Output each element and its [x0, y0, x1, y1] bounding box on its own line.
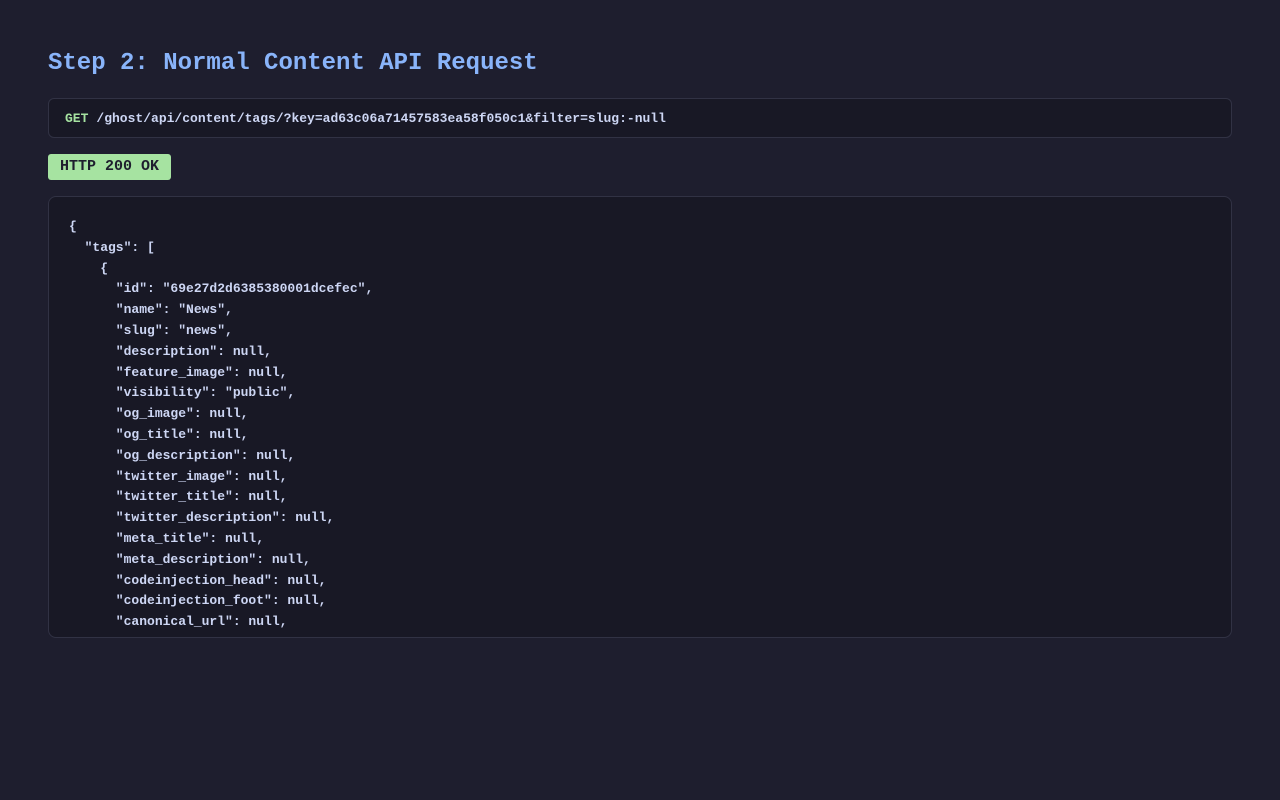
page: Step 2: Normal Content API Request GET /… — [0, 0, 1280, 638]
request-line: GET /ghost/api/content/tags/?key=ad63c06… — [48, 98, 1232, 138]
page-title: Step 2: Normal Content API Request — [48, 50, 538, 77]
response-json: { "tags": [ { "id": "69e27d2d6385380001d… — [69, 219, 374, 630]
http-method: GET — [65, 110, 89, 126]
request-url: /ghost/api/content/tags/?key=ad63c06a714… — [96, 110, 666, 126]
response-body-panel[interactable]: { "tags": [ { "id": "69e27d2d6385380001d… — [48, 196, 1232, 638]
status-badge: HTTP 200 OK — [48, 154, 172, 180]
